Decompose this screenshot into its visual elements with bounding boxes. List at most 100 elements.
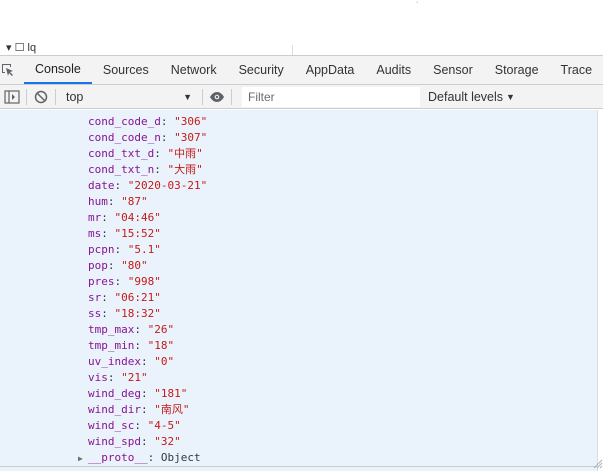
toolbar-separator xyxy=(202,88,203,105)
property-separator: : xyxy=(107,371,122,384)
property-value: "80" xyxy=(121,259,148,272)
property-separator: : xyxy=(154,147,168,160)
console-filter-input[interactable] xyxy=(242,86,420,107)
inspect-element-button[interactable] xyxy=(0,56,16,84)
property-separator: : xyxy=(147,451,161,464)
page-fragment-mark: ˙ xyxy=(416,1,420,12)
property-key: tmp_min xyxy=(88,339,135,352)
property-row: ss: "18:32" xyxy=(88,306,161,322)
tab-console[interactable]: Console xyxy=(24,56,92,84)
property-value: "181" xyxy=(154,387,188,400)
property-row: tmp_min: "18" xyxy=(88,338,174,354)
tab-appdata[interactable]: AppData xyxy=(295,56,366,84)
property-value: "4-5" xyxy=(147,419,181,432)
scrollbar-track[interactable] xyxy=(597,110,603,471)
tab-audits[interactable]: Audits xyxy=(365,56,422,84)
page-divider xyxy=(292,45,293,55)
resize-grip-icon[interactable] xyxy=(591,451,603,469)
property-row: sr: "06:21" xyxy=(88,290,161,306)
property-separator: : xyxy=(140,355,155,368)
property-separator: : xyxy=(101,211,115,224)
dropdown-arrow-icon: ▼ xyxy=(183,91,192,102)
property-value: "南风" xyxy=(154,403,190,416)
devtools-tab-bar: Console Sources Network Security AppData Audi… xyxy=(0,55,603,85)
property-key: hum xyxy=(88,195,108,208)
property-separator: : xyxy=(101,291,115,304)
property-separator: : xyxy=(134,323,148,336)
property-separator: : xyxy=(140,403,155,416)
console-messages[interactable]: cond_code_d: "306" cond_code_n: "307" cond… xyxy=(0,110,603,471)
property-key: cond_code_d xyxy=(88,115,161,128)
tab-sources[interactable]: Sources xyxy=(92,56,160,84)
property-value: "2020-03-21" xyxy=(127,179,208,192)
property-row: cond_code_d: "306" xyxy=(88,114,207,130)
property-value: "306" xyxy=(174,115,208,128)
property-row: cond_code_n: "307" xyxy=(88,130,207,146)
property-key: vis xyxy=(88,371,108,384)
clear-console-button[interactable] xyxy=(31,87,51,107)
property-separator: : xyxy=(140,435,155,448)
property-separator: : xyxy=(134,339,148,352)
property-row: wind_dir: "南风" xyxy=(88,402,189,418)
property-value: "5.1" xyxy=(127,243,161,256)
property-row: mr: "04:46" xyxy=(88,210,161,226)
property-key: cond_txt_n xyxy=(88,163,155,176)
property-value: "998" xyxy=(127,275,161,288)
tab-network[interactable]: Network xyxy=(160,56,228,84)
inspect-element-icon xyxy=(2,64,13,76)
property-row: pcpn: "5.1" xyxy=(88,242,161,258)
property-row: pop: "80" xyxy=(88,258,148,274)
clear-console-icon xyxy=(34,90,48,103)
tab-list: Console Sources Network Security AppData Audi… xyxy=(24,56,603,84)
property-row: wind_deg: "181" xyxy=(88,386,187,402)
proto-value: Object xyxy=(160,451,201,464)
live-expression-button[interactable] xyxy=(207,87,227,107)
property-value: "21" xyxy=(121,371,148,384)
property-value: "04:46" xyxy=(114,211,161,224)
toolbar-separator xyxy=(55,88,56,105)
property-value: "大雨" xyxy=(167,163,203,176)
console-toolbar: top ▼ Default levels ▼ xyxy=(0,85,603,109)
property-value: "26" xyxy=(147,323,175,336)
property-value: "15:52" xyxy=(114,227,161,240)
property-row: pres: "998" xyxy=(88,274,161,290)
property-key: wind_dir xyxy=(88,403,141,416)
tab-sensor[interactable]: Sensor xyxy=(422,56,484,84)
execution-context-select[interactable]: top ▼ xyxy=(60,87,198,107)
property-row: vis: "21" xyxy=(88,370,148,386)
property-separator: : xyxy=(101,227,115,240)
tab-security[interactable]: Security xyxy=(228,56,295,84)
property-value: "18:32" xyxy=(114,307,161,320)
property-separator: : xyxy=(140,387,155,400)
property-key: pres xyxy=(88,275,115,288)
object-property-list: cond_code_d: "306" cond_code_n: "307" cond… xyxy=(0,114,597,469)
property-row: hum: "87" xyxy=(88,194,148,210)
sidebar-toggle-button[interactable] xyxy=(2,87,22,107)
property-row: date: "2020-03-21" xyxy=(88,178,207,194)
property-separator: : xyxy=(114,179,128,192)
tab-storage[interactable]: Storage xyxy=(484,56,550,84)
toolbar-separator xyxy=(26,88,27,105)
property-separator: : xyxy=(154,163,168,176)
property-separator: : xyxy=(160,115,175,128)
property-row: tmp_max: "26" xyxy=(88,322,174,338)
property-separator: : xyxy=(114,243,128,256)
dropdown-arrow-icon: ▼ xyxy=(506,91,515,102)
property-key: cond_txt_d xyxy=(88,147,155,160)
property-key: mr xyxy=(88,211,102,224)
property-value: "0" xyxy=(154,355,175,368)
property-separator: : xyxy=(160,131,175,144)
property-row: ms: "15:52" xyxy=(88,226,161,242)
property-value: "87" xyxy=(121,195,148,208)
property-value: "06:21" xyxy=(114,291,161,304)
property-key: ms xyxy=(88,227,102,240)
proto-key: __proto__ xyxy=(88,451,148,464)
page-above-devtools: ˙ ▾ ☐ lq xyxy=(0,0,603,55)
property-key: sr xyxy=(88,291,102,304)
log-levels-dropdown[interactable]: Default levels ▼ xyxy=(428,90,515,104)
tab-trace[interactable]: Trace xyxy=(550,56,603,84)
property-key: pop xyxy=(88,259,108,272)
proto-row[interactable]: ▶ __proto__: Object xyxy=(78,450,201,467)
property-key: wind_sc xyxy=(88,419,135,432)
expand-triangle-icon[interactable]: ▶ xyxy=(78,451,88,467)
